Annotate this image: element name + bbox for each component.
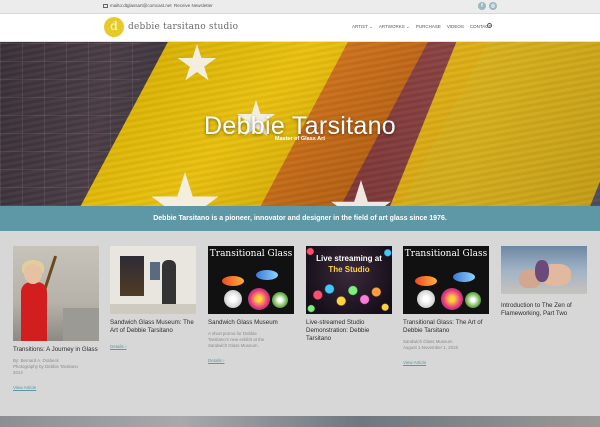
artwork-shape (120, 256, 144, 296)
email-link[interactable]: mailto:dtglassart@comcast.net (103, 3, 172, 8)
post-thumbnail[interactable]: Transitional Glass (403, 246, 489, 314)
glass-piece-shape (535, 260, 549, 282)
nav-videos[interactable]: VIDEOS (447, 24, 464, 30)
search-icon[interactable] (487, 23, 492, 28)
person-shape (162, 260, 176, 306)
person-shape (21, 282, 47, 341)
post-meta: By: Bernard A. Drabeck Photography by De… (13, 358, 99, 376)
post-thumbnail[interactable]: Live streaming at The Studio (306, 246, 392, 314)
hero-subtitle: Master of Glass Art (274, 136, 326, 142)
site-header: d debbie tarsitano studio ARTIST ⌄ ARTWO… (0, 14, 600, 42)
post-meta: Sandwich Glass Museum August 1-November … (403, 339, 489, 351)
flower-artwork-shape (441, 288, 463, 310)
floor-shape (110, 304, 196, 314)
post-title[interactable]: Transitional Glass: The Art of Debbie Ta… (403, 319, 489, 335)
post-thumbnail[interactable] (13, 246, 99, 341)
artwork-shape (150, 262, 160, 280)
glass-beads-shape (310, 280, 388, 310)
post-thumbnail[interactable] (110, 246, 196, 314)
head-shape (24, 264, 42, 284)
post-title[interactable]: Sandwich Glass Museum (208, 319, 294, 327)
flower-artwork-shape (224, 290, 242, 308)
flower-artwork-shape (465, 292, 481, 308)
post-meta-line: August 1-November 1, 2015 (403, 345, 458, 350)
read-more-link[interactable]: Details › (208, 358, 225, 363)
workbench-shape (63, 308, 99, 341)
post-card[interactable]: Introduction to The Zen of Flameworking,… (501, 246, 587, 318)
post-title[interactable]: Sandwich Glass Museum: The Art of Debbie… (110, 319, 196, 335)
envelope-icon (103, 3, 108, 8)
email-text: mailto:dtglassart@comcast.net (110, 3, 172, 8)
read-more-link[interactable]: View Article (403, 360, 426, 365)
poster-line: Live streaming at (316, 254, 382, 263)
post-card[interactable]: Transitional Glass Sandwich Glass Museum… (208, 246, 294, 367)
flower-artwork-shape (417, 290, 435, 308)
fish-artwork-shape (453, 272, 475, 282)
poster-line: The Studio (328, 265, 370, 274)
read-more-link[interactable]: View Article (13, 385, 36, 390)
logo-mark[interactable]: d (104, 17, 124, 37)
logo-text[interactable]: debbie tarsitano studio (128, 22, 238, 32)
newsletter-link[interactable]: Receive Newsletter (174, 3, 213, 8)
flower-artwork-shape (272, 292, 288, 308)
fish-artwork-shape (222, 276, 244, 286)
top-utility-bar: mailto:dtglassart@comcast.net Receive Ne… (0, 0, 600, 14)
instagram-icon[interactable]: ◎ (489, 2, 497, 10)
main-nav: ARTIST ⌄ ARTWORKS ⌄ PURCHASE VIDEOS CONT… (352, 23, 492, 30)
read-more-link[interactable]: Details › (110, 344, 127, 349)
post-meta-line: Sandwich Glass Museum. (208, 343, 259, 348)
poster-title: Transitional Glass (404, 249, 488, 259)
facebook-icon[interactable]: f (478, 2, 486, 10)
post-thumbnail[interactable] (501, 246, 587, 294)
nav-artworks[interactable]: ARTWORKS ⌄ (379, 24, 410, 30)
tagline-text: Debbie Tarsitano is a pioneer, innovator… (153, 215, 447, 222)
nav-artist[interactable]: ARTIST ⌄ (352, 24, 373, 30)
hero-banner: Debbie Tarsitano Master of Glass Art (0, 42, 600, 206)
post-title[interactable]: Live-streamed Studio Demonstration: Debb… (306, 319, 392, 343)
post-title[interactable]: Transitions: A Journey in Glass (13, 346, 99, 354)
post-card[interactable]: Transitions: A Journey in Glass By: Bern… (13, 246, 99, 394)
post-card[interactable]: Sandwich Glass Museum: The Art of Debbie… (110, 246, 196, 353)
posts-grid: Transitions: A Journey in Glass By: Bern… (0, 231, 600, 416)
post-meta: A short promo for Debbie Tarsitano's new… (208, 331, 294, 349)
post-thumbnail[interactable]: Transitional Glass (208, 246, 294, 314)
footer-strip (0, 416, 600, 427)
poster-title: Transitional Glass (209, 249, 293, 259)
post-title[interactable]: Introduction to The Zen of Flameworking,… (501, 302, 587, 318)
tagline-band: Debbie Tarsitano is a pioneer, innovator… (0, 206, 600, 231)
fish-artwork-shape (256, 270, 278, 280)
flower-artwork-shape (248, 288, 270, 310)
nav-purchase[interactable]: PURCHASE (416, 24, 441, 30)
post-meta-line: 2014 (13, 370, 23, 375)
fish-artwork-shape (415, 276, 437, 286)
social-links: f ◎ (478, 2, 497, 10)
post-card[interactable]: Transitional Glass Transitional Glass: T… (403, 246, 489, 369)
post-card[interactable]: Live streaming at The Studio Live-stream… (306, 246, 392, 343)
